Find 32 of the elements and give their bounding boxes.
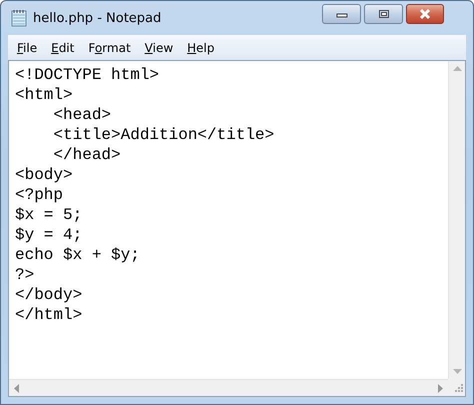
menu-item[interactable]: View xyxy=(138,38,180,56)
right-arrow-icon[interactable] xyxy=(438,384,443,392)
code-line: <?php xyxy=(15,185,64,205)
up-arrow-icon[interactable] xyxy=(452,66,462,71)
code-line: $y = 4; xyxy=(15,225,82,245)
menu-item[interactable]: Format xyxy=(82,38,137,56)
maximize-button[interactable] xyxy=(364,4,403,24)
left-arrow-icon[interactable] xyxy=(14,384,19,392)
close-icon xyxy=(418,8,432,20)
code-line: </head> xyxy=(52,145,121,165)
code-line: $x = 5; xyxy=(15,205,82,225)
menu-item[interactable]: Help xyxy=(181,38,221,56)
code-line: <html> xyxy=(15,85,73,105)
code-line: ?> xyxy=(15,265,34,285)
minimize-button[interactable] xyxy=(322,4,361,24)
code-line: </html> xyxy=(15,305,82,325)
notepad-icon xyxy=(11,9,27,27)
code-line: <body> xyxy=(15,165,73,185)
menu-item[interactable]: File xyxy=(11,38,44,56)
horizontal-scrollbar[interactable] xyxy=(9,379,448,396)
window-title: hello.php - Notepad xyxy=(33,10,162,26)
code-line: <head> xyxy=(52,105,112,125)
code-line: <!DOCTYPE html> xyxy=(15,65,160,85)
code-line: echo $x + $y; xyxy=(15,245,140,265)
code-line: <title>Addition</title> xyxy=(52,125,274,145)
maximize-icon xyxy=(378,9,390,19)
close-button[interactable] xyxy=(406,4,444,24)
vertical-scrollbar[interactable] xyxy=(448,61,465,379)
code-line: </body> xyxy=(15,285,82,305)
resize-grip-icon[interactable] xyxy=(453,384,463,394)
menu-item[interactable]: Edit xyxy=(45,38,80,56)
down-arrow-icon[interactable] xyxy=(452,369,462,374)
